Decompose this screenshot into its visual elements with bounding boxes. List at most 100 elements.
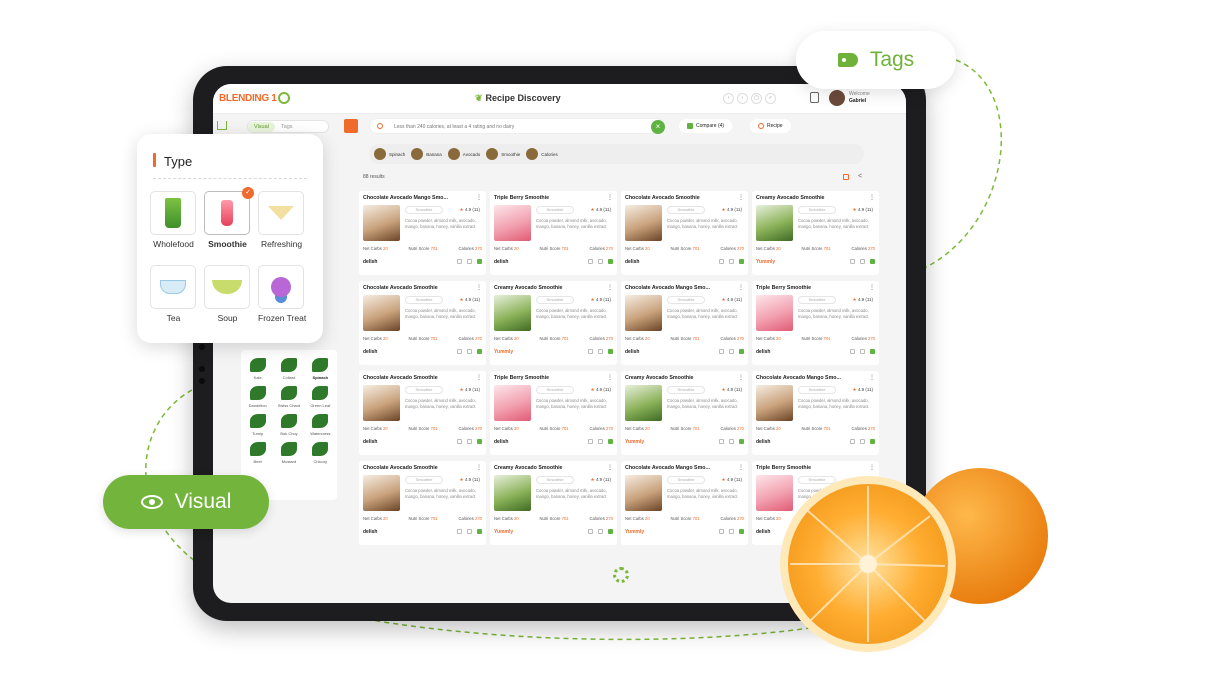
- recipe-image[interactable]: [494, 295, 531, 331]
- comment-icon[interactable]: [739, 349, 744, 354]
- recipe-card[interactable]: Chocolate Avocado Mango Smo... ⋮ Smoothie ★…: [359, 191, 486, 275]
- share-icon[interactable]: <: [858, 173, 862, 180]
- source-brand[interactable]: delish: [756, 529, 770, 535]
- more-options-icon[interactable]: ⋮: [738, 374, 744, 381]
- bookmark-icon[interactable]: [860, 439, 865, 444]
- compare-icon[interactable]: [850, 259, 855, 264]
- recipe-image[interactable]: [494, 385, 531, 421]
- compare-icon[interactable]: [719, 529, 724, 534]
- bookmark-icon[interactable]: [598, 439, 603, 444]
- compare-icon[interactable]: [719, 349, 724, 354]
- recipe-card[interactable]: Chocolate Avocado Smoothie ⋮ Smoothie ★ 4.9…: [621, 191, 748, 275]
- control-icon[interactable]: ✓: [765, 93, 776, 104]
- search-input[interactable]: Less than 240 calories, at least a 4 rat…: [394, 124, 514, 130]
- comment-icon[interactable]: [608, 529, 613, 534]
- bookmark-icon[interactable]: [729, 349, 734, 354]
- recipe-card[interactable]: Triple Berry Smoothie ⋮ Smoothie ★ 4.9 (11)…: [752, 281, 879, 365]
- home-icon[interactable]: [217, 121, 227, 130]
- toggle-visual[interactable]: Visual: [248, 121, 275, 132]
- bookmark-icon[interactable]: [467, 349, 472, 354]
- recipe-title[interactable]: Chocolate Avocado Mango Smo...: [363, 195, 471, 201]
- type-option-box[interactable]: [150, 191, 196, 235]
- recipe-image[interactable]: [625, 205, 662, 241]
- comment-icon[interactable]: [739, 439, 744, 444]
- compare-icon[interactable]: [588, 439, 593, 444]
- bookmark-icon[interactable]: [729, 529, 734, 534]
- recipe-title[interactable]: Chocolate Avocado Smoothie: [363, 375, 471, 381]
- compare-icon[interactable]: [457, 529, 462, 534]
- source-brand[interactable]: delish: [363, 259, 377, 265]
- recipe-card[interactable]: Creamy Avocado Smoothie ⋮ Smoothie ★ 4.9 (1…: [621, 371, 748, 455]
- type-option-box[interactable]: [258, 265, 304, 309]
- clear-search-icon[interactable]: ×: [651, 120, 665, 134]
- ingredient-option[interactable]: Chicory: [306, 442, 335, 464]
- recipe-title[interactable]: Chocolate Avocado Mango Smo...: [625, 285, 733, 291]
- recipe-title[interactable]: Triple Berry Smoothie: [494, 195, 602, 201]
- compare-icon[interactable]: [457, 259, 462, 264]
- type-option-frozen[interactable]: Frozen Treat: [258, 265, 306, 323]
- control-icon[interactable]: ▢: [751, 93, 762, 104]
- recipe-card[interactable]: Chocolate Avocado Mango Smo... ⋮ Smoothie ★…: [621, 281, 748, 365]
- comment-icon[interactable]: [608, 439, 613, 444]
- ingredient-option[interactable]: Mustard: [274, 442, 303, 464]
- source-brand[interactable]: Yummly: [625, 529, 644, 535]
- recipe-image[interactable]: [756, 295, 793, 331]
- recipe-card[interactable]: Chocolate Avocado Mango Smo... ⋮ Smoothie ★…: [621, 461, 748, 545]
- type-option-refresh[interactable]: Refreshing: [258, 191, 305, 249]
- ingredient-option[interactable]: Watercress: [306, 414, 335, 436]
- recipe-card[interactable]: Chocolate Avocado Mango Smo... ⋮ Smoothie ★…: [752, 371, 879, 455]
- bookmark-icon[interactable]: [467, 529, 472, 534]
- recipe-card[interactable]: Triple Berry Smoothie ⋮ Smoothie ★ 4.9 (11)…: [490, 191, 617, 275]
- ingredient-option[interactable]: Bok Choy: [274, 414, 303, 436]
- compare-icon[interactable]: [850, 349, 855, 354]
- recipe-image[interactable]: [494, 205, 531, 241]
- toggle-tags[interactable]: Tags: [275, 122, 299, 132]
- grid-view-icon[interactable]: [843, 174, 849, 180]
- ingredient-option[interactable]: Swiss Chard: [274, 386, 303, 408]
- bookmark-icon[interactable]: [729, 439, 734, 444]
- source-brand[interactable]: Yummly: [756, 259, 775, 265]
- type-option-box[interactable]: [204, 265, 250, 309]
- filter-menu-button[interactable]: [344, 119, 358, 133]
- recipe-title[interactable]: Chocolate Avocado Mango Smo...: [756, 375, 864, 381]
- ingredient-option[interactable]: Turnip: [243, 414, 272, 436]
- control-icon[interactable]: ‹: [723, 93, 734, 104]
- recipe-image[interactable]: [363, 295, 400, 331]
- recipe-image[interactable]: [625, 295, 662, 331]
- recipe-image[interactable]: [625, 475, 662, 511]
- ingredient-option[interactable]: Dandelion: [243, 386, 272, 408]
- type-option-wholefood[interactable]: Wholefood: [150, 191, 197, 249]
- control-icon[interactable]: ›: [737, 93, 748, 104]
- recipe-card[interactable]: Chocolate Avocado Smoothie ⋮ Smoothie ★ 4.9…: [359, 461, 486, 545]
- recipe-title[interactable]: Chocolate Avocado Mango Smo...: [625, 465, 733, 471]
- comment-icon[interactable]: [608, 349, 613, 354]
- source-brand[interactable]: delish: [756, 439, 770, 445]
- bookmark-icon[interactable]: [467, 439, 472, 444]
- ingredient-option[interactable]: Beet: [243, 442, 272, 464]
- compare-button[interactable]: Compare (4): [679, 119, 733, 133]
- recipe-card[interactable]: Creamy Avocado Smoothie ⋮ Smoothie ★ 4.9 (1…: [490, 461, 617, 545]
- filter-chip[interactable]: Avocado: [447, 148, 480, 160]
- recipe-title[interactable]: Chocolate Avocado Smoothie: [363, 465, 471, 471]
- more-options-icon[interactable]: ⋮: [476, 284, 482, 291]
- recipe-title[interactable]: Creamy Avocado Smoothie: [494, 465, 602, 471]
- bookmark-icon[interactable]: [467, 259, 472, 264]
- compare-icon[interactable]: [719, 259, 724, 264]
- type-option-box[interactable]: [258, 191, 304, 235]
- bookmark-icon[interactable]: [729, 259, 734, 264]
- source-brand[interactable]: delish: [494, 259, 508, 265]
- comment-icon[interactable]: [870, 259, 875, 264]
- source-brand[interactable]: delish: [363, 439, 377, 445]
- app-logo[interactable]: BLENDING 1: [219, 92, 290, 104]
- more-options-icon[interactable]: ⋮: [476, 374, 482, 381]
- filter-chip[interactable]: Smoothie: [486, 148, 520, 160]
- recipe-card[interactable]: Creamy Avocado Smoothie ⋮ Smoothie ★ 4.9 (1…: [490, 281, 617, 365]
- recipe-card[interactable]: Creamy Avocado Smoothie ⋮ Smoothie ★ 4.9 (1…: [752, 191, 879, 275]
- search-bar[interactable]: Less than 240 calories, at least a 4 rat…: [369, 118, 665, 134]
- ingredient-option[interactable]: Spinach: [306, 358, 335, 380]
- bookmark-icon[interactable]: [860, 259, 865, 264]
- source-brand[interactable]: delish: [494, 439, 508, 445]
- comment-icon[interactable]: [477, 259, 482, 264]
- bookmark-icon[interactable]: [598, 349, 603, 354]
- recipe-image[interactable]: [363, 475, 400, 511]
